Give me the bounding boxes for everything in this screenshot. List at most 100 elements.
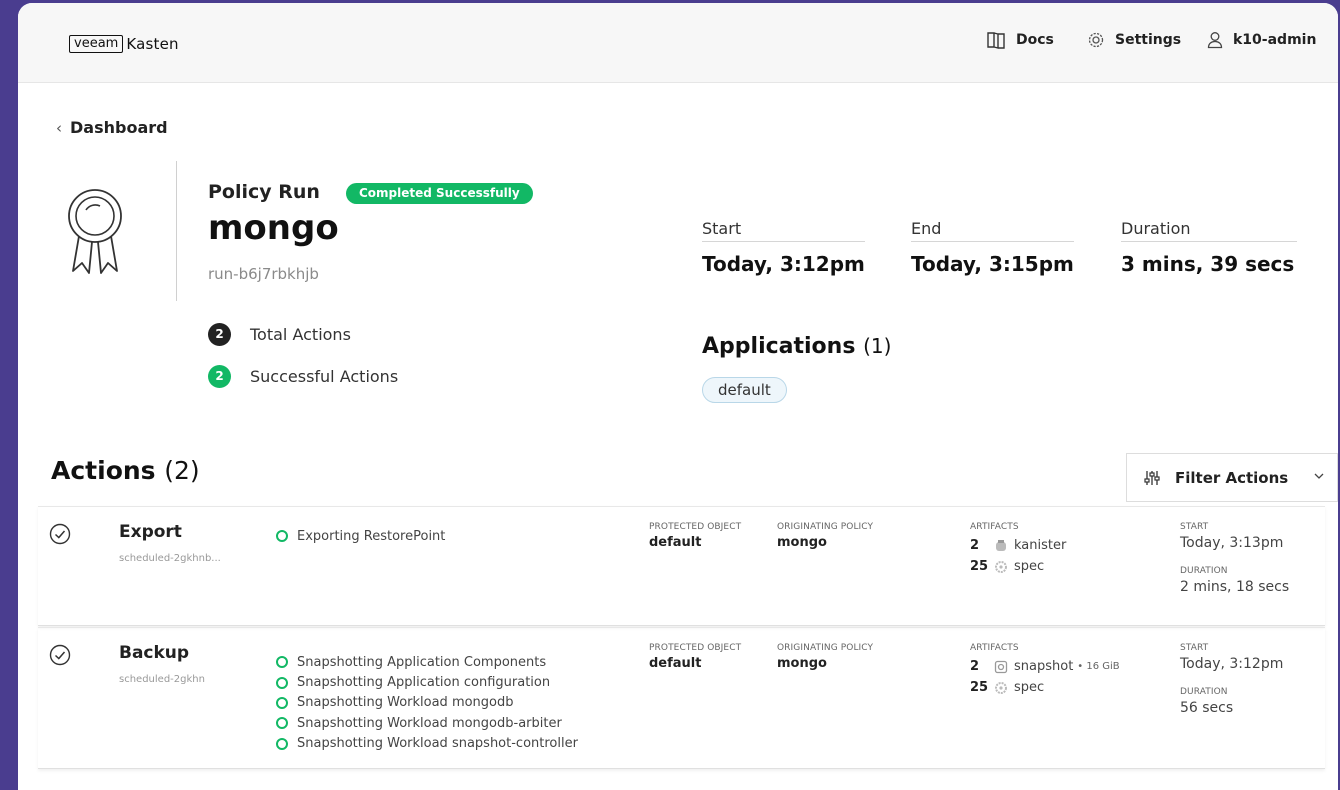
applications-title: Applications: [702, 334, 856, 359]
run-id: run-b6j7rbkhjb: [208, 265, 319, 283]
book-icon: [987, 32, 1005, 49]
artifacts-column: ARTIFACTS 2 kanister 25 spec: [970, 522, 1066, 574]
artifact-row[interactable]: 25 spec: [970, 680, 1120, 695]
logo-box-text: veeam: [69, 35, 124, 53]
timing-column: START Today, 3:12pm DURATION 56 secs: [1180, 643, 1283, 716]
protected-object-column: PROTECTED OBJECT default: [649, 643, 741, 671]
veeam-kasten-logo[interactable]: veeam Kasten: [69, 35, 179, 53]
step-status-icon: [276, 717, 288, 730]
originating-policy-value: mongo: [777, 656, 827, 671]
header-divider: [176, 161, 177, 301]
settings-label: Settings: [1115, 32, 1182, 48]
step-status-icon: [276, 737, 288, 750]
start-value: Today, 3:12pm: [1180, 656, 1284, 672]
back-to-dashboard-link[interactable]: ‹ Dashboard: [56, 118, 168, 137]
filter-actions-label: Filter Actions: [1175, 468, 1289, 487]
artifact-count: 25: [970, 680, 989, 695]
start-label: START: [1180, 643, 1209, 653]
filter-actions-dropdown[interactable]: Filter Actions: [1126, 453, 1338, 502]
protected-object-label: PROTECTED OBJECT: [649, 643, 742, 653]
step-status-icon: [276, 656, 288, 669]
step-label: Snapshotting Application Components: [297, 654, 547, 670]
step-label: Snapshotting Workload snapshot-controlle…: [297, 736, 578, 752]
user-icon: [1207, 32, 1223, 49]
step-status-icon: [276, 676, 288, 689]
duration-label: Duration: [1121, 219, 1297, 242]
status-badge: Completed Successfully: [346, 183, 533, 204]
artifact-count: 2: [970, 659, 980, 674]
duration-value: 3 mins, 39 secs: [1121, 252, 1295, 276]
total-actions-label: Total Actions: [250, 325, 351, 344]
application-chip[interactable]: default: [702, 377, 787, 403]
duration-value: 56 secs: [1180, 700, 1234, 716]
action-steps: Exporting RestorePoint: [276, 526, 445, 546]
action-card-export[interactable]: Export scheduled-2gkhnb... Exporting Res…: [38, 506, 1325, 626]
user-menu[interactable]: k10-admin: [1207, 31, 1316, 49]
originating-policy-value: mongo: [777, 535, 827, 550]
run-name-title: mongo: [208, 208, 339, 248]
applications-count: (1): [863, 334, 892, 358]
artifact-name: spec: [1014, 680, 1045, 695]
originating-policy-label: ORIGINATING POLICY: [777, 522, 874, 532]
artifact-size: • 16 GiB: [1077, 661, 1120, 672]
policy-run-label: Policy Run: [208, 181, 320, 203]
action-kind: Export: [119, 522, 182, 542]
kanister-icon: [996, 539, 1006, 551]
applications-heading: Applications (1): [702, 334, 891, 359]
originating-policy-column: ORIGINATING POLICY mongo: [777, 643, 873, 671]
duration-column: Duration 3 mins, 39 secs: [1121, 219, 1297, 276]
action-schedule: scheduled-2gkhnb...: [119, 553, 221, 564]
artifact-name: kanister: [1014, 538, 1067, 553]
filter-sliders-icon: [1144, 470, 1160, 485]
start-value: Today, 3:13pm: [1180, 535, 1284, 551]
artifact-count: 2: [970, 538, 980, 553]
timing-column: START Today, 3:13pm DURATION 2 mins, 18 …: [1180, 522, 1289, 595]
protected-object-column: PROTECTED OBJECT default: [649, 522, 741, 550]
start-label: Start: [702, 219, 865, 242]
artifact-row[interactable]: 2 kanister: [970, 538, 1066, 553]
spec-icon: [995, 681, 1007, 694]
action-kind: Backup: [119, 643, 190, 663]
start-label: START: [1180, 522, 1209, 532]
award-ribbon-icon: [68, 189, 122, 274]
back-label: Dashboard: [70, 118, 168, 137]
actions-count: (2): [164, 456, 200, 485]
artifact-row[interactable]: 25 spec: [970, 559, 1066, 574]
artifact-name: spec: [1014, 559, 1045, 574]
action-step: Snapshotting Workload mongodb: [276, 693, 578, 713]
top-bar: veeam Kasten Docs Settings k10-admin: [18, 3, 1338, 83]
app-window: veeam Kasten Docs Settings k10-admin ‹ D…: [18, 3, 1338, 790]
artifact-count: 25: [970, 559, 989, 574]
step-label: Snapshotting Workload mongodb-arbiter: [297, 715, 562, 731]
successful-actions-count: 2: [208, 365, 231, 388]
check-circle-icon: [49, 523, 71, 545]
step-label: Snapshotting Workload mongodb: [297, 695, 514, 711]
gear-icon: [1088, 32, 1104, 48]
artifacts-label: ARTIFACTS: [970, 643, 1019, 653]
step-status-icon: [276, 530, 288, 543]
duration-label: DURATION: [1180, 566, 1228, 576]
protected-object-value: default: [649, 535, 702, 550]
artifact-name: snapshot: [1014, 659, 1074, 674]
total-actions-row: 2 Total Actions: [208, 323, 351, 346]
actions-heading: Actions (2): [51, 456, 200, 485]
docs-label: Docs: [1016, 32, 1054, 48]
successful-actions-label: Successful Actions: [250, 367, 399, 386]
chevron-down-icon: [1314, 473, 1324, 479]
action-step: Snapshotting Application configuration: [276, 672, 578, 692]
artifact-row[interactable]: 2 snapshot • 16 GiB: [970, 659, 1120, 674]
check-circle-icon: [49, 644, 71, 666]
settings-link[interactable]: Settings: [1087, 31, 1181, 49]
step-label: Snapshotting Application configuration: [297, 675, 551, 691]
chevron-left-icon: ‹: [56, 118, 62, 137]
spec-icon: [995, 560, 1007, 573]
docs-link[interactable]: Docs: [986, 31, 1054, 49]
action-schedule: scheduled-2gkhn: [119, 674, 205, 685]
logo-word-text: Kasten: [126, 35, 179, 53]
originating-policy-label: ORIGINATING POLICY: [777, 643, 874, 653]
action-step: Exporting RestorePoint: [276, 526, 445, 546]
action-step: Snapshotting Workload mongodb-arbiter: [276, 713, 578, 733]
action-card-backup[interactable]: Backup scheduled-2gkhn Snapshotting Appl…: [38, 627, 1325, 769]
actions-title: Actions: [51, 456, 156, 485]
snapshot-icon: [994, 660, 1008, 673]
